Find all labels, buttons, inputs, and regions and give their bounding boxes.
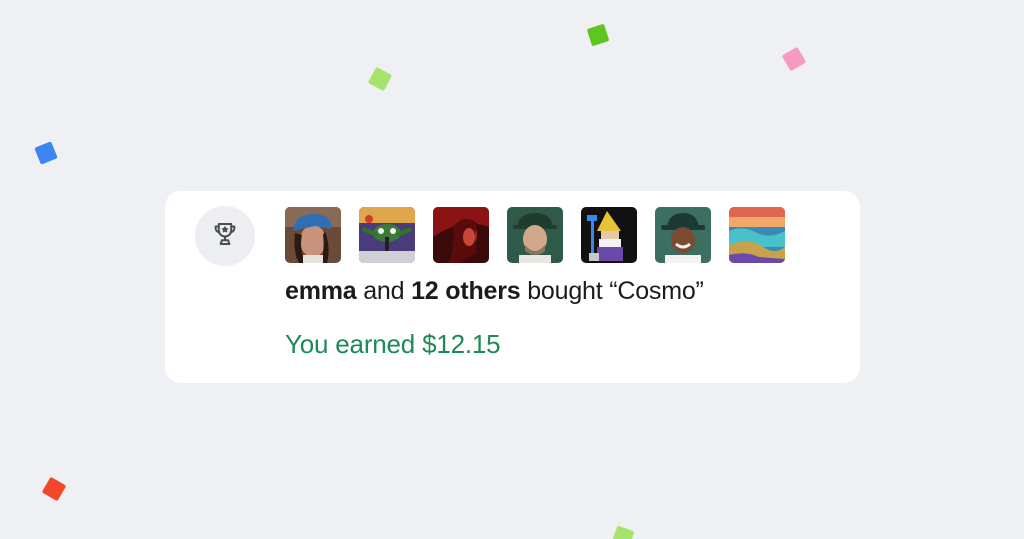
trophy-icon (210, 219, 240, 254)
buyer-avatar[interactable] (655, 207, 711, 263)
confetti-piece (781, 46, 807, 72)
sale-notification-card[interactable]: emma and 12 others bought “Cosmo” You ea… (165, 191, 860, 383)
buyer-avatar[interactable] (581, 207, 637, 263)
buyer-avatar[interactable] (285, 207, 341, 263)
buyer-avatar[interactable] (507, 207, 563, 263)
buyer-avatar[interactable] (359, 207, 415, 263)
confetti-piece (367, 66, 393, 92)
buyer-avatar[interactable] (433, 207, 489, 263)
confetti-piece (34, 141, 58, 165)
verb-text: bought (527, 277, 603, 305)
earnings-text: You earned $12.15 (285, 329, 501, 359)
confetti-piece (41, 476, 67, 502)
purchase-summary: emma and 12 others bought “Cosmo” (285, 277, 704, 306)
product-title: “Cosmo” (609, 277, 704, 305)
connector-text: and (363, 277, 405, 305)
confetti-piece (611, 525, 635, 539)
trophy-badge (195, 206, 255, 266)
stage: emma and 12 others bought “Cosmo” You ea… (0, 0, 1024, 539)
buyer-avatar[interactable] (729, 207, 785, 263)
buyer-name[interactable]: emma (285, 277, 357, 305)
confetti-piece (586, 23, 610, 47)
buyer-avatars (285, 207, 785, 263)
others-count[interactable]: 12 others (411, 277, 521, 305)
